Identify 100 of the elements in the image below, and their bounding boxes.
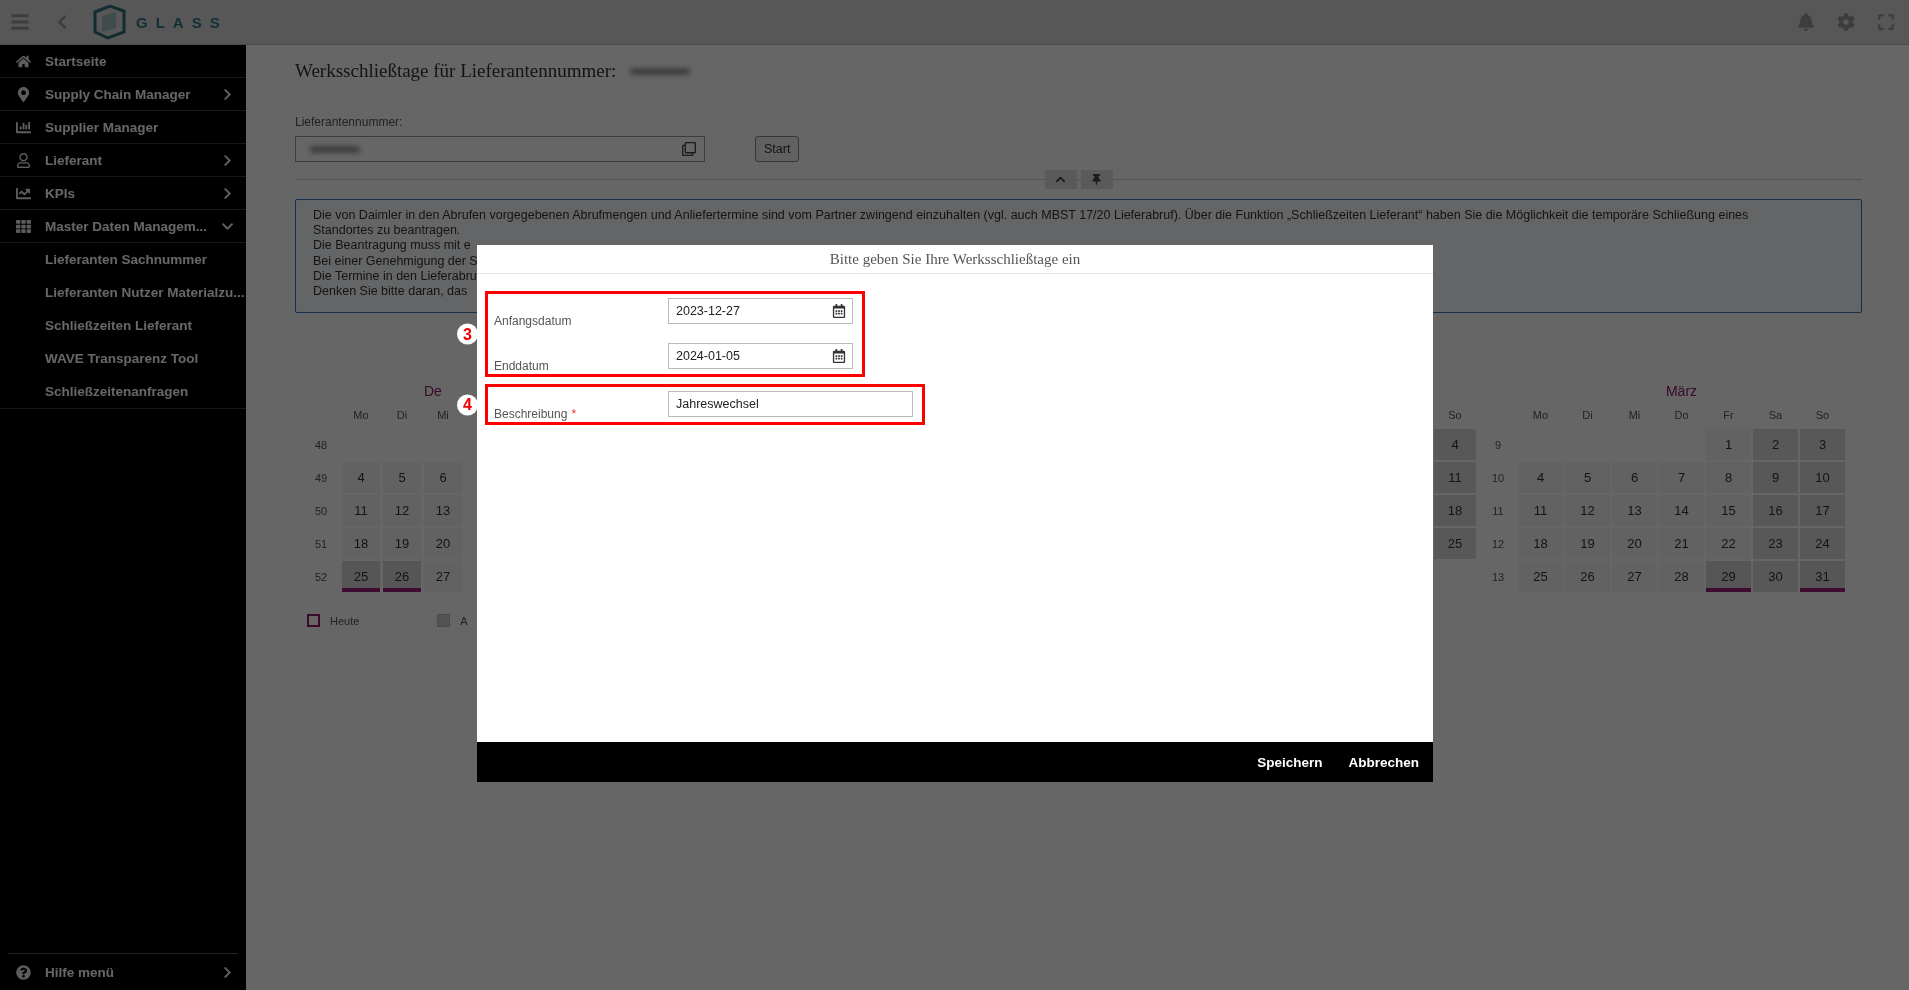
sidebar-item[interactable]: Supply Chain Manager <box>0 78 246 111</box>
calendar-day[interactable]: 11 <box>1518 495 1563 526</box>
calendar-day[interactable]: 9 <box>1753 462 1798 493</box>
calendar-day[interactable]: 18 <box>1434 495 1476 526</box>
holiday-day[interactable]: 25 <box>342 561 380 592</box>
line-chart-icon <box>14 185 32 201</box>
annotation-number: 3 <box>457 323 478 345</box>
grid-icon <box>14 218 32 234</box>
calendar-day[interactable]: 3 <box>1800 429 1845 460</box>
bell-icon[interactable] <box>1797 13 1815 31</box>
description-field[interactable]: Jahreswechsel <box>668 391 913 417</box>
calendar-day[interactable]: 17 <box>1800 495 1845 526</box>
holiday-day[interactable]: 26 <box>383 561 421 592</box>
calendar-day[interactable]: 1 <box>1706 429 1751 460</box>
week-number: 12 <box>1491 537 1505 550</box>
week-number: 48 <box>314 438 328 451</box>
weekday-label: Fr <box>1723 409 1734 421</box>
calendar-day[interactable]: 20 <box>1612 528 1657 559</box>
calendar-day[interactable]: 15 <box>1706 495 1751 526</box>
date-field[interactable]: 2023-12-27 <box>668 298 853 324</box>
calendar-day[interactable]: 6 <box>1612 462 1657 493</box>
blurred-value <box>630 67 691 75</box>
calendar-day[interactable]: 30 <box>1753 561 1798 592</box>
calendar-day[interactable]: 12 <box>383 495 421 526</box>
calendar-day[interactable]: 22 <box>1706 528 1751 559</box>
holiday-day[interactable]: 31 <box>1800 561 1845 592</box>
calendar-day[interactable]: 4 <box>342 462 380 493</box>
expand-icon[interactable] <box>1877 13 1895 31</box>
save-button[interactable]: Speichern <box>1255 750 1325 774</box>
calendar-icon[interactable] <box>832 349 846 363</box>
sidebar-item[interactable]: Lieferant <box>0 144 246 177</box>
calendar-day[interactable]: 13 <box>1612 495 1657 526</box>
calendar-day[interactable]: 24 <box>1800 528 1845 559</box>
collapse-button[interactable] <box>1044 170 1077 189</box>
sidebar-item[interactable]: Master Daten Managem... <box>0 210 246 243</box>
calendar-day[interactable]: 18 <box>342 528 380 559</box>
field-label: Anfangsdatum <box>494 314 573 328</box>
week-number: 50 <box>314 504 328 517</box>
field-label: Lieferantennummer: <box>295 115 404 129</box>
weekday-label: Mo <box>1532 409 1549 421</box>
legend-label: A <box>460 614 468 627</box>
menu-icon[interactable] <box>10 12 30 32</box>
calendar-day[interactable]: 11 <box>342 495 380 526</box>
sidebar-subitem[interactable]: Schließzeitenanfragen <box>0 375 246 408</box>
calendar-day[interactable]: 5 <box>383 462 421 493</box>
calendar-day[interactable]: 25 <box>1518 561 1563 592</box>
calendar-day[interactable]: 13 <box>424 495 462 526</box>
weekday-label: Di <box>396 409 408 421</box>
calendar-day[interactable]: 11 <box>1434 462 1476 493</box>
calendar-day[interactable]: 5 <box>1565 462 1610 493</box>
sidebar-subitem[interactable]: Lieferanten Sachnummer <box>0 243 246 276</box>
calendar-day[interactable]: 7 <box>1659 462 1704 493</box>
weekday-label: Mi <box>1628 409 1641 421</box>
week-number: 51 <box>314 537 328 550</box>
calendar-day[interactable]: 19 <box>383 528 421 559</box>
page-title: Werksschließtage für Lieferantennummer: <box>295 60 617 82</box>
sidebar-subitem[interactable]: WAVE Transparenz Tool <box>0 342 246 375</box>
calendar-day[interactable]: 23 <box>1753 528 1798 559</box>
calendar-day[interactable]: 19 <box>1565 528 1610 559</box>
calendar-day[interactable]: 6 <box>424 462 462 493</box>
calendar-day[interactable]: 16 <box>1753 495 1798 526</box>
sidebar-item[interactable]: Startseite <box>0 45 246 78</box>
sidebar-item[interactable]: Supplier Manager <box>0 111 246 144</box>
chevron-icon <box>221 965 234 979</box>
sidebar-item[interactable]: KPIs <box>0 177 246 210</box>
help-icon <box>14 964 32 980</box>
calendar-day[interactable]: 10 <box>1800 462 1845 493</box>
calendar-day[interactable]: 4 <box>1434 429 1476 460</box>
calendar-day[interactable]: 2 <box>1753 429 1798 460</box>
cancel-button[interactable]: Abbrechen <box>1346 750 1421 774</box>
settings-icon[interactable] <box>1837 13 1855 31</box>
supplier-number-field[interactable] <box>295 136 705 162</box>
calendar-icon[interactable] <box>832 304 846 318</box>
sidebar-subitem[interactable]: Schließzeiten Lieferant <box>0 309 246 342</box>
info-text: Bei einer Genehmigung der S <box>313 253 478 269</box>
calendar-day[interactable]: 27 <box>424 561 462 592</box>
calendar-day[interactable]: 25 <box>1434 528 1476 559</box>
calendar-day[interactable]: 28 <box>1659 561 1704 592</box>
help-menu-item[interactable]: Hilfe menü <box>8 953 238 990</box>
calendar-day[interactable]: 26 <box>1565 561 1610 592</box>
weekday-label: So <box>1448 409 1462 421</box>
calendar-day[interactable]: 14 <box>1659 495 1704 526</box>
field-label: Enddatum <box>494 359 550 373</box>
date-field[interactable]: 2024-01-05 <box>668 343 853 369</box>
sidebar-subitem[interactable]: Lieferanten Nutzer Materialzu... <box>0 276 246 309</box>
holiday-day[interactable]: 29 <box>1706 561 1751 592</box>
calendar-day[interactable]: 27 <box>1612 561 1657 592</box>
calendar-day[interactable]: 20 <box>424 528 462 559</box>
week-number: 9 <box>1494 438 1502 451</box>
month-title: De <box>424 383 442 399</box>
calendar-day[interactable]: 4 <box>1518 462 1563 493</box>
copy-icon[interactable] <box>682 142 696 156</box>
start-button[interactable]: Start <box>755 136 800 162</box>
calendar-day[interactable]: 21 <box>1659 528 1704 559</box>
pin-button[interactable] <box>1080 170 1113 189</box>
calendar-day[interactable]: 18 <box>1518 528 1563 559</box>
house-icon <box>14 53 32 69</box>
annotation-number: 4 <box>457 394 478 415</box>
calendar-day[interactable]: 12 <box>1565 495 1610 526</box>
calendar-day[interactable]: 8 <box>1706 462 1751 493</box>
